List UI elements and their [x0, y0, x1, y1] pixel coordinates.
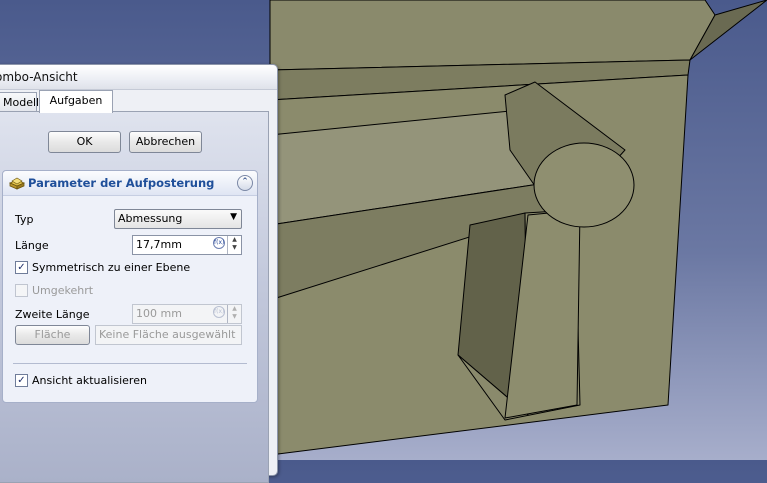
model-top-face	[269, 0, 716, 71]
step-down-icon[interactable]: ▼	[228, 244, 241, 252]
pad-cylinder-cap	[533, 142, 635, 228]
face-value: Keine Fläche ausgewählt	[99, 328, 236, 341]
face-field: Keine Fläche ausgewählt	[95, 325, 242, 345]
combo-view-tabs: Modell Aufgaben	[0, 90, 277, 113]
step-up-icon[interactable]: ▲	[228, 236, 241, 244]
length-label: Länge	[15, 239, 49, 252]
step-down-icon[interactable]: ▼	[228, 313, 241, 321]
type-dropdown-value: Abmessung	[118, 212, 183, 225]
face-button[interactable]: Fläche	[15, 325, 90, 345]
formula-icon[interactable]: f(x)	[213, 237, 225, 249]
length-input[interactable]: 17,7mm f(x) ▲ ▼	[132, 235, 242, 255]
type-label: Typ	[15, 213, 34, 226]
tab-modell[interactable]: Modell	[0, 92, 39, 112]
ok-button[interactable]: OK	[48, 131, 121, 153]
collapse-icon[interactable]: ⌃	[237, 175, 253, 191]
cancel-button[interactable]: Abbrechen	[129, 131, 202, 153]
tab-aufgaben[interactable]: Aufgaben	[39, 90, 113, 113]
reversed-checkbox[interactable]	[15, 284, 28, 297]
taskbox-title: Parameter der Aufposterung	[28, 176, 215, 190]
type-dropdown[interactable]: Abmessung ▼	[114, 209, 242, 229]
update-view-label: Ansicht aktualisieren	[32, 374, 147, 387]
divider	[13, 363, 247, 364]
combo-view-title: ombo-Ansicht	[0, 70, 78, 84]
tasks-page: OK Abbrechen Parameter der Aufposterung …	[0, 111, 269, 483]
formula-icon[interactable]: f(x)	[213, 306, 225, 318]
symmetric-label: Symmetrisch zu einer Ebene	[32, 261, 191, 274]
update-view-checkbox[interactable]: ✓	[15, 374, 28, 387]
second-length-stepper[interactable]: ▲ ▼	[227, 305, 241, 323]
combo-view-panel: ombo-Ansicht Modell Aufgaben OK Abbreche…	[0, 64, 278, 483]
taskbox-header[interactable]: Parameter der Aufposterung ⌃	[3, 171, 257, 196]
second-length-value: 100 mm	[136, 307, 182, 320]
pad-icon	[9, 177, 25, 190]
length-stepper[interactable]: ▲ ▼	[227, 236, 241, 254]
second-length-input[interactable]: 100 mm f(x) ▲ ▼	[132, 304, 242, 324]
second-length-label: Zweite Länge	[15, 308, 90, 321]
chevron-down-icon: ▼	[230, 212, 237, 222]
reversed-label: Umgekehrt	[32, 284, 94, 297]
symmetric-checkbox[interactable]: ✓	[15, 261, 28, 274]
combo-view-title-bar[interactable]: ombo-Ansicht	[0, 65, 277, 90]
pad-parameters-taskbox: Parameter der Aufposterung ⌃ Typ Abmessu…	[2, 170, 258, 403]
length-value: 17,7mm	[136, 238, 182, 251]
step-up-icon[interactable]: ▲	[228, 305, 241, 313]
